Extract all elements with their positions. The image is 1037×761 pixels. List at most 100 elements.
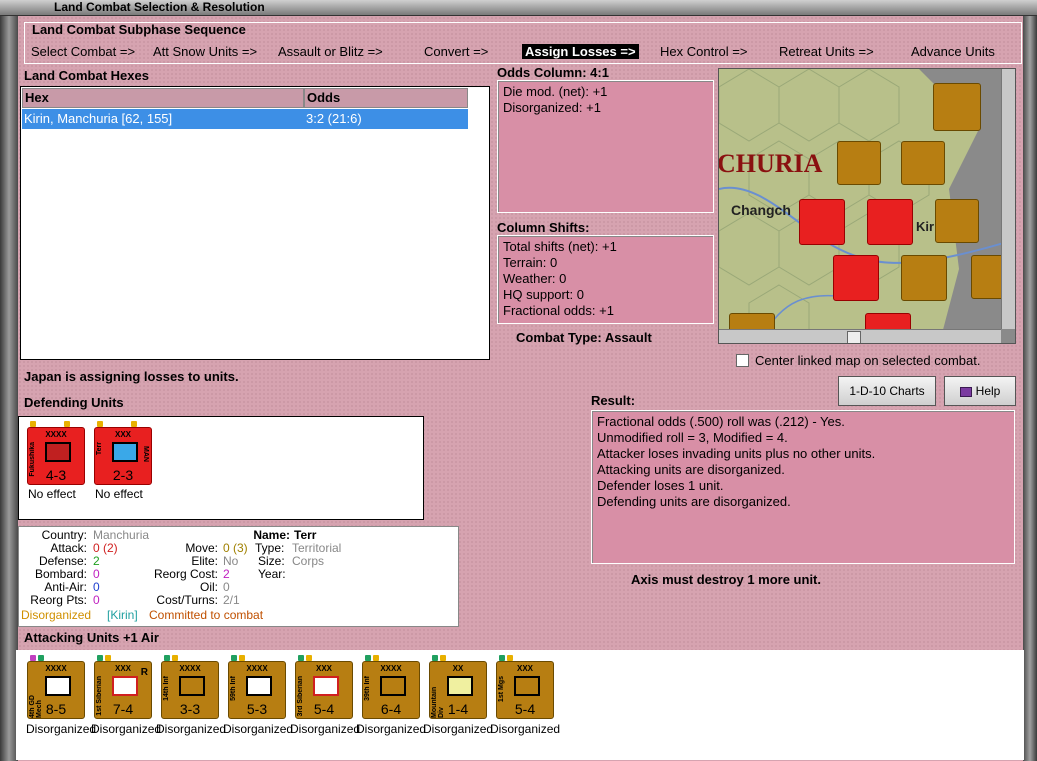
header-odds[interactable]: Odds xyxy=(304,88,468,108)
attacking-unit[interactable]: XXX 1st Mgs 5-4 xyxy=(496,655,554,719)
shift-line: Total shifts (net): +1 xyxy=(503,239,617,254)
main-panel: Land Combat Subphase Sequence Select Com… xyxy=(16,16,1024,761)
reserve-mark: R xyxy=(140,667,148,678)
unit-size: XXXX xyxy=(246,664,268,673)
defending-title: Defending Units xyxy=(24,395,124,410)
hscroll-thumb[interactable] xyxy=(847,331,861,343)
attacking-title: Attacking Units +1 Air xyxy=(24,630,159,645)
step-att-snow: Att Snow Units => xyxy=(153,44,258,59)
map-unit[interactable] xyxy=(901,141,945,185)
unit-markers xyxy=(296,655,354,662)
table-row[interactable]: Kirin, Manchuria [62, 155] 3:2 (21:6) xyxy=(22,109,468,129)
title-bar[interactable]: Land Combat Selection & Resolution xyxy=(0,0,1037,16)
attacking-unit[interactable]: XXX 1st Siberian 7-4 R xyxy=(94,655,152,719)
shift-line: Fractional odds: +1 xyxy=(503,303,614,318)
center-link-checkbox[interactable] xyxy=(736,354,749,367)
unit-markers xyxy=(497,655,555,662)
unit-value: 8-5 xyxy=(45,701,67,717)
status-text: Japan is assigning losses to units. xyxy=(24,369,239,384)
unit-size: XXX xyxy=(315,664,332,673)
map-unit[interactable] xyxy=(935,199,979,243)
hexes-title: Land Combat Hexes xyxy=(24,68,149,83)
unit-markers xyxy=(363,655,421,662)
shift-line: Weather: 0 xyxy=(503,271,567,286)
unit-value: 7-4 xyxy=(112,701,134,717)
defending-unit[interactable]: XXX Terr 2-3 MAN xyxy=(94,421,152,485)
window-frame-right xyxy=(1023,16,1037,761)
unit-info-panel: Country: Manchuria Attack: 0 (2) Defense… xyxy=(18,526,459,627)
result-title: Result: xyxy=(591,393,636,408)
unit-value: 4-3 xyxy=(45,467,67,483)
help-icon xyxy=(959,386,972,397)
header-hex[interactable]: Hex xyxy=(22,88,304,108)
shifts-box: Total shifts (net): +1 Terrain: 0 Weathe… xyxy=(497,235,714,324)
charts-button[interactable]: 1-D-10 Charts xyxy=(838,376,936,406)
unit-name: 1st Mgs xyxy=(498,676,505,703)
step-hex-control: Hex Control => xyxy=(660,44,748,59)
map-city-label-kirin: Kir xyxy=(916,219,935,234)
unit-markers xyxy=(95,421,153,428)
status-committed: Committed to combat xyxy=(149,608,264,622)
unit-value: 6-4 xyxy=(380,701,402,717)
map-hscroll[interactable] xyxy=(719,329,1001,343)
status-disorganized: Disorganized xyxy=(21,608,92,622)
unit-size: XXX xyxy=(516,664,533,673)
defending-unit[interactable]: XXXX Fukushika 4-3 xyxy=(27,421,85,485)
map-unit-selected[interactable] xyxy=(867,199,913,245)
map-vscroll[interactable] xyxy=(1001,69,1015,329)
unit-value: 5-4 xyxy=(313,701,335,717)
combat-type: Combat Type: Assault xyxy=(516,330,652,345)
odds-line: Disorganized: +1 xyxy=(503,100,601,115)
unit-markers xyxy=(28,655,86,662)
attacking-status: Disorganized xyxy=(290,722,361,736)
unit-size: XXXX xyxy=(179,664,201,673)
result-line: Fractional odds (.500) roll was (.212) -… xyxy=(597,414,845,429)
unit-markers xyxy=(229,655,287,662)
unit-symbol-icon xyxy=(447,676,473,696)
help-label: Help xyxy=(975,384,1001,398)
attacking-unit[interactable]: XXX 3rd Siberian 5-4 xyxy=(295,655,353,719)
attacking-unit[interactable]: XXXX 14th Inf 3-3 xyxy=(161,655,219,719)
sequence-steps: Select Combat => Att Snow Units => Assau… xyxy=(18,44,1018,62)
defending-status: No effect xyxy=(95,487,143,501)
value-cost-turns: 2/1 xyxy=(223,593,240,607)
attacking-unit[interactable]: XXXX 4th GD Mech 8-5 xyxy=(27,655,85,719)
hexes-table: Hex Odds Kirin, Manchuria [62, 155] 3:2 … xyxy=(20,86,490,360)
step-assign-losses: Assign Losses => xyxy=(522,44,639,59)
attacking-status: Disorganized xyxy=(356,722,427,736)
linked-map[interactable]: CHURIA Changch Kir xyxy=(718,68,1016,344)
attacking-unit[interactable]: XXXX 39th Inf 6-4 xyxy=(362,655,420,719)
odds-box: Die mod. (net): +1 Disorganized: +1 xyxy=(497,80,714,213)
axis-message: Axis must destroy 1 more unit. xyxy=(631,572,821,587)
step-select-combat: Select Combat => xyxy=(31,44,136,59)
attacking-unit[interactable]: XXXX 59th Inf 5-3 xyxy=(228,655,286,719)
unit-symbol-icon xyxy=(514,676,540,696)
map-unit[interactable] xyxy=(799,199,845,245)
unit-size: XXXX xyxy=(380,664,402,673)
unit-size: XXX xyxy=(114,430,131,439)
center-link-label: Center linked map on selected combat. xyxy=(755,353,981,368)
attacking-status: Disorganized xyxy=(156,722,227,736)
unit-symbol-icon xyxy=(179,676,205,696)
label-year: Year: xyxy=(258,567,286,581)
attacking-status: Disorganized xyxy=(223,722,294,736)
attacking-units-box: XXXX 4th GD Mech 8-5 XXX 1st Siberian 7-4 R X… xyxy=(16,650,1024,760)
attacking-unit[interactable]: XX Mountain Div 1-4 xyxy=(429,655,487,719)
map-air-unit[interactable] xyxy=(933,83,981,131)
unit-symbol-icon xyxy=(246,676,272,696)
unit-name: 14th Inf xyxy=(163,676,170,701)
value-reorg-pts: 0 xyxy=(93,593,100,607)
label-reorg-pts: Reorg Pts: xyxy=(30,593,87,607)
map-unit[interactable] xyxy=(833,255,879,301)
map-city-label: Changch xyxy=(731,202,791,218)
map-unit[interactable] xyxy=(901,255,947,301)
unit-value: 1-4 xyxy=(447,701,469,717)
map-unit[interactable] xyxy=(837,141,881,185)
unit-name: Terr xyxy=(96,442,103,456)
unit-markers xyxy=(162,655,220,662)
shifts-title: Column Shifts: xyxy=(497,220,590,235)
help-button[interactable]: Help xyxy=(944,376,1016,406)
unit-value: 5-4 xyxy=(514,701,536,717)
label-cost-turns: Cost/Turns: xyxy=(156,593,218,607)
unit-name: 59th Inf xyxy=(230,676,237,701)
